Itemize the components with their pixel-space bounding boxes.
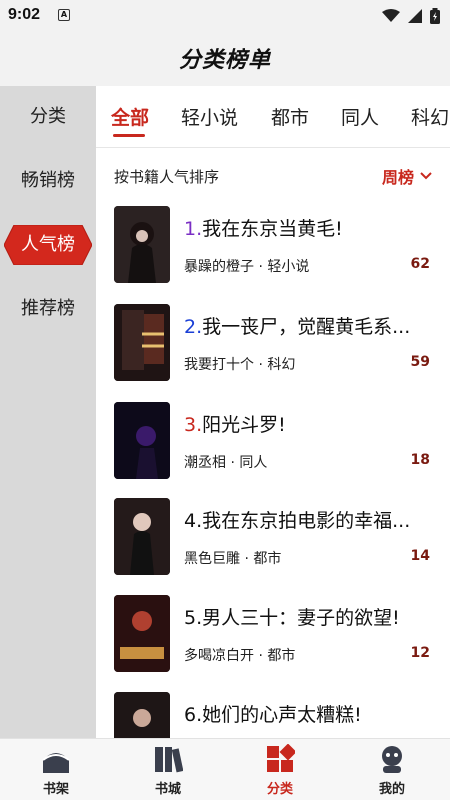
tab-all[interactable]: 全部 [111, 103, 149, 130]
period-dropdown[interactable]: 周榜 [382, 164, 432, 188]
book-title-text: 男人三十：妻子的欲望! [202, 607, 400, 629]
sidebar-item-label: 人气榜 [21, 234, 75, 255]
book-cover [114, 498, 170, 575]
book-meta: 黑色巨雕 · 都市 [184, 551, 282, 567]
sort-row: 按书籍人气排序 周榜 [96, 156, 450, 196]
sidebar: 分类 畅销榜 人气榜 推荐榜 [0, 86, 96, 738]
book-item[interactable]: 3.阳光斗罗! 潮丞相 · 同人 18 [96, 402, 450, 498]
book-count: 12 [410, 645, 430, 661]
sidebar-item-category[interactable]: 分类 [0, 97, 96, 137]
book-title: 3.阳光斗罗! [184, 410, 424, 437]
book-meta: 潮丞相 · 同人 [184, 455, 268, 471]
status-time: 9:02 [8, 6, 41, 23]
book-count: 59 [410, 354, 430, 370]
book-title-text: 我在东京当黄毛! [202, 218, 343, 240]
sidebar-item-recommended[interactable]: 推荐榜 [0, 289, 96, 329]
book-cover [114, 692, 170, 738]
genre-tabs: 全部 轻小说 都市 同人 科幻 [96, 86, 450, 146]
book-title: 2.我一丧尸，觉醒黄毛系... [184, 312, 424, 339]
sort-label: 按书籍人气排序 [114, 168, 220, 186]
nav-profile[interactable]: 我的 [336, 739, 448, 800]
book-rank: 5. [184, 607, 203, 629]
book-rank: 6. [184, 704, 203, 726]
book-rank: 3. [184, 414, 203, 436]
book-title: 6.她们的心声太糟糕! [184, 700, 424, 727]
category-icon [267, 744, 295, 772]
book-rank: 1. [184, 218, 203, 240]
book-item[interactable]: 5.男人三十：妻子的欲望! 多喝凉白开 · 都市 12 [96, 595, 450, 691]
book-title-text: 阳光斗罗! [202, 414, 286, 436]
status-bar: 9:02 A [0, 0, 450, 32]
book-title: 1.我在东京当黄毛! [184, 214, 424, 241]
status-icons [382, 8, 440, 24]
book-item[interactable]: 1.我在东京当黄毛! 暴躁的橙子 · 轻小说 62 [96, 206, 450, 302]
a-icon: A [58, 9, 70, 21]
book-title-text: 我一丧尸，觉醒黄毛系... [202, 316, 411, 338]
book-meta: 暴躁的橙子 · 轻小说 [184, 259, 310, 275]
nav-bookstore[interactable]: 书城 [112, 739, 224, 800]
nav-label: 分类 [266, 782, 293, 797]
title-bar: 分类榜单 [0, 32, 450, 86]
nav-label: 书城 [154, 782, 181, 797]
nav-bookshelf[interactable]: 书架 [0, 739, 112, 800]
nav-label: 我的 [378, 782, 405, 797]
book-title: 4.我在东京拍电影的幸福... [184, 506, 424, 533]
profile-icon [382, 746, 402, 773]
page-title: 分类榜单 [178, 48, 271, 73]
nav-category[interactable]: 分类 [224, 739, 336, 800]
book-cover [114, 402, 170, 479]
nav-label: 书架 [42, 782, 69, 797]
wifi-icon [382, 9, 400, 22]
tab-light-novel[interactable]: 轻小说 [181, 103, 238, 130]
book-count: 62 [410, 256, 430, 272]
book-count: 14 [410, 548, 430, 564]
book-item[interactable]: 2.我一丧尸，觉醒黄毛系... 我要打十个 · 科幻 59 [96, 304, 450, 400]
bookstore-icon [155, 747, 183, 773]
book-meta: 多喝凉白开 · 都市 [184, 648, 296, 664]
chevron-down-icon [420, 172, 432, 180]
tab-urban[interactable]: 都市 [271, 103, 309, 130]
book-rank: 4. [184, 510, 203, 532]
book-cover [114, 595, 170, 672]
book-title: 5.男人三十：妻子的欲望! [184, 603, 424, 630]
period-label: 周榜 [381, 168, 414, 187]
battery-icon [430, 8, 440, 24]
sidebar-item-bestseller[interactable]: 畅销榜 [0, 161, 96, 201]
bookshelf-icon [42, 753, 70, 773]
main-content: 全部 轻小说 都市 同人 科幻 按书籍人气排序 周榜 1.我在东京当黄毛! 暴躁… [96, 86, 450, 738]
book-meta: 我要打十个 · 科幻 [184, 357, 296, 373]
sidebar-item-popularity[interactable]: 人气榜 [0, 225, 96, 265]
book-item[interactable]: 6.她们的心声太糟糕! [96, 692, 450, 738]
sidebar-item-label: 畅销榜 [21, 170, 75, 191]
book-cover [114, 304, 170, 381]
book-count: 18 [410, 452, 430, 468]
sidebar-item-label: 推荐榜 [21, 298, 75, 319]
tab-fanfiction[interactable]: 同人 [341, 103, 379, 130]
book-title-text: 我在东京拍电影的幸福... [202, 510, 411, 532]
book-cover [114, 206, 170, 283]
signal-icon [408, 9, 422, 23]
bottom-nav: 书架 书城 分类 我的 [0, 738, 450, 800]
book-title-text: 她们的心声太糟糕! [202, 704, 362, 726]
divider [96, 147, 450, 148]
sidebar-item-label: 分类 [30, 106, 66, 127]
tab-scifi[interactable]: 科幻 [411, 103, 449, 130]
book-rank: 2. [184, 316, 203, 338]
tab-underline [113, 134, 145, 137]
book-item[interactable]: 4.我在东京拍电影的幸福... 黑色巨雕 · 都市 14 [96, 498, 450, 594]
